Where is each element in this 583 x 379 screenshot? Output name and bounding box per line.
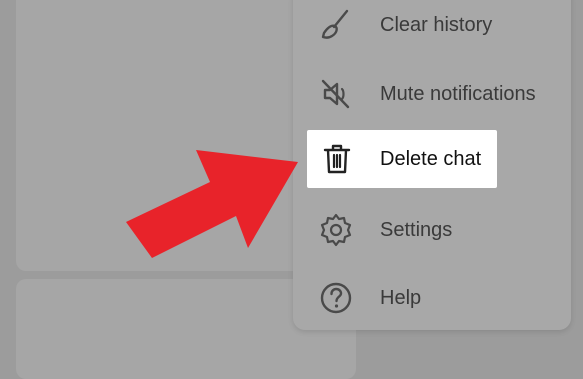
menu-item-label: Delete chat bbox=[380, 148, 482, 170]
gear-icon bbox=[318, 212, 354, 248]
question-circle-icon bbox=[318, 280, 354, 316]
red-arrow-icon bbox=[126, 150, 298, 258]
menu-item-mute-notifications[interactable]: Mute notifications bbox=[293, 67, 571, 121]
trash-icon bbox=[319, 141, 355, 177]
menu-item-label: Settings bbox=[380, 219, 453, 241]
menu-item-help[interactable]: Help bbox=[293, 271, 571, 325]
broom-icon bbox=[318, 7, 354, 43]
menu-item-label: Mute notifications bbox=[380, 83, 536, 105]
menu-item-clear-history[interactable]: Clear history bbox=[293, 0, 571, 52]
menu-item-settings[interactable]: Settings bbox=[293, 203, 571, 257]
menu-item-delete-chat[interactable]: Delete chat bbox=[307, 130, 497, 188]
speaker-muted-icon bbox=[318, 76, 354, 112]
menu-item-label: Help bbox=[380, 287, 422, 309]
menu-item-label: Clear history bbox=[380, 14, 493, 36]
